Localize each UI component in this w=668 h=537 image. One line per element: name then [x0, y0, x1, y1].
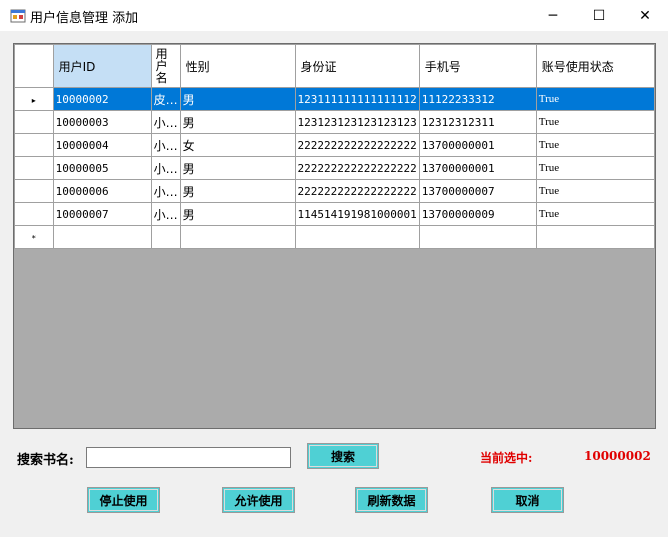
cell-username[interactable]: 小…: [150, 110, 181, 134]
cell-username[interactable]: 小…: [150, 133, 181, 157]
cell-phone[interactable]: 11122233312: [418, 87, 537, 111]
cell-id-card[interactable]: 222222222222222222: [294, 133, 420, 157]
row-header[interactable]: [14, 156, 54, 180]
cell-user-id[interactable]: 10000003: [52, 110, 152, 134]
cell-gender[interactable]: 男: [179, 87, 296, 111]
close-button[interactable]: ✕: [622, 0, 668, 31]
cell-id-card[interactable]: 222222222222222222: [294, 156, 420, 180]
window-title: 用户信息管理 添加: [30, 11, 139, 26]
search-label: 搜索书名:: [17, 453, 74, 468]
cell-phone[interactable]: 12312312311: [418, 110, 537, 134]
cell-account-status[interactable]: True: [535, 202, 655, 226]
cell-user-id[interactable]: 10000006: [52, 179, 152, 203]
column-header-username[interactable]: 用户名: [150, 44, 181, 88]
search-input[interactable]: [86, 447, 291, 468]
maximize-icon: ☐: [592, 7, 606, 24]
cell-user-id[interactable]: 10000002: [52, 87, 152, 111]
cell-account-status[interactable]: True: [535, 133, 655, 157]
column-header-account-status[interactable]: 账号使用状态: [535, 44, 655, 88]
new-cell[interactable]: [150, 225, 181, 249]
current-row-arrow-icon: ▸: [31, 95, 36, 105]
new-cell[interactable]: [294, 225, 420, 249]
cell-gender[interactable]: 女: [179, 133, 296, 157]
cell-gender[interactable]: 男: [179, 179, 296, 203]
table-row[interactable]: 10000007 小… 男 114514191981000001 1370000…: [14, 202, 655, 226]
row-header[interactable]: [14, 133, 54, 157]
row-header-corner: [14, 44, 54, 88]
cell-user-id[interactable]: 10000004: [52, 133, 152, 157]
enable-account-button[interactable]: 允许使用: [222, 487, 295, 513]
cell-id-card[interactable]: 114514191981000001: [294, 202, 420, 226]
cell-phone[interactable]: 13700000001: [418, 133, 537, 157]
cell-gender[interactable]: 男: [179, 110, 296, 134]
new-cell[interactable]: [52, 225, 152, 249]
current-selection-label: 当前选中:: [480, 451, 533, 465]
cell-username[interactable]: 小…: [150, 202, 181, 226]
cell-username[interactable]: 小…: [150, 156, 181, 180]
cell-phone[interactable]: 13700000007: [418, 179, 537, 203]
table-row[interactable]: ▸ 10000002 皮… 男 123111111111111112 11122…: [14, 87, 655, 111]
cell-account-status[interactable]: True: [535, 179, 655, 203]
row-header[interactable]: [14, 202, 54, 226]
user-table: 用户ID 用户名 性别 身份证 手机号 账号使用状态 ▸ 10000002 皮……: [14, 44, 655, 249]
row-header[interactable]: *: [14, 225, 54, 249]
close-icon: ✕: [639, 7, 651, 24]
maximize-button[interactable]: ☐: [576, 0, 622, 31]
column-header-gender[interactable]: 性别: [179, 44, 296, 88]
cell-user-id[interactable]: 10000005: [52, 156, 152, 180]
cell-id-card[interactable]: 222222222222222222: [294, 179, 420, 203]
minimize-button[interactable]: ─: [530, 0, 576, 31]
cell-account-status[interactable]: True: [535, 156, 655, 180]
cell-id-card[interactable]: 123111111111111112: [294, 87, 420, 111]
cell-account-status[interactable]: True: [535, 87, 655, 111]
new-cell[interactable]: [535, 225, 655, 249]
row-header[interactable]: ▸: [14, 87, 54, 111]
cell-user-id[interactable]: 10000007: [52, 202, 152, 226]
column-header-username-text: 用户名: [155, 47, 168, 85]
user-data-grid[interactable]: 用户ID 用户名 性别 身份证 手机号 账号使用状态 ▸ 10000002 皮……: [13, 43, 656, 429]
new-row[interactable]: *: [14, 225, 655, 249]
cancel-button[interactable]: 取消: [491, 487, 564, 513]
row-header[interactable]: [14, 110, 54, 134]
search-button[interactable]: 搜索: [307, 443, 379, 469]
new-cell[interactable]: [179, 225, 296, 249]
new-row-asterisk-icon: *: [31, 233, 36, 243]
cell-username[interactable]: 小…: [150, 179, 181, 203]
cell-phone[interactable]: 13700000009: [418, 202, 537, 226]
cell-account-status[interactable]: True: [535, 110, 655, 134]
current-selection-value: 10000002: [584, 449, 651, 463]
disable-account-button[interactable]: 停止使用: [87, 487, 160, 513]
header-row: 用户ID 用户名 性别 身份证 手机号 账号使用状态: [14, 44, 655, 88]
cell-username[interactable]: 皮…: [150, 87, 181, 111]
refresh-data-button[interactable]: 刷新数据: [355, 487, 428, 513]
table-row[interactable]: 10000003 小… 男 123123123123123123 1231231…: [14, 110, 655, 134]
minimize-icon: ─: [548, 7, 558, 24]
title-bar: 用户信息管理 添加 ─ ☐ ✕: [0, 0, 668, 31]
cell-gender[interactable]: 男: [179, 202, 296, 226]
table-row[interactable]: 10000005 小… 男 222222222222222222 1370000…: [14, 156, 655, 180]
column-header-user-id[interactable]: 用户ID: [52, 44, 152, 88]
cell-phone[interactable]: 13700000001: [418, 156, 537, 180]
table-row[interactable]: 10000004 小… 女 222222222222222222 1370000…: [14, 133, 655, 157]
row-header[interactable]: [14, 179, 54, 203]
new-cell[interactable]: [418, 225, 537, 249]
column-header-id-card[interactable]: 身份证: [294, 44, 420, 88]
table-row[interactable]: 10000006 小… 男 222222222222222222 1370000…: [14, 179, 655, 203]
cell-gender[interactable]: 男: [179, 156, 296, 180]
app-form-icon: [10, 9, 26, 23]
cell-id-card[interactable]: 123123123123123123: [294, 110, 420, 134]
column-header-phone[interactable]: 手机号: [418, 44, 537, 88]
